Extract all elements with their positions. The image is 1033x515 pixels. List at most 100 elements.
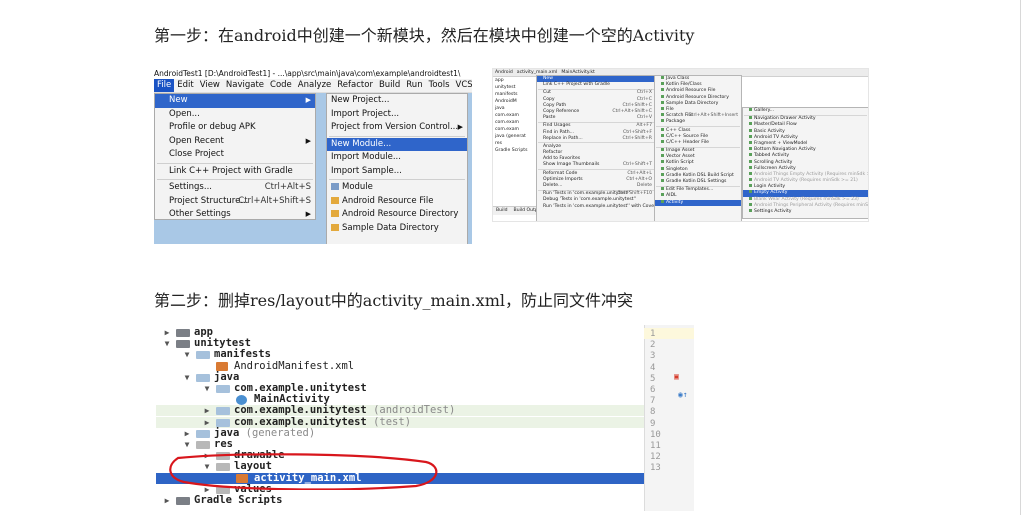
menu-item-label: Debug 'Tests in 'com.example.unitytest'' [543,197,637,203]
chevron-down-icon[interactable]: ▼ [182,439,192,450]
menu3-item[interactable]: Gallery... [743,108,868,114]
menu-file[interactable]: File [154,79,175,92]
menu-item-label: New Project... [331,95,390,105]
menu-edit[interactable]: Edit [174,79,196,92]
tree-item[interactable]: res [495,140,541,147]
item-icon [661,133,664,137]
tree-label-text: com.example.unitytest [234,415,367,428]
menu-item-label: Sample Data Directory [342,222,439,233]
run-gutter-icon: ◉↑ [678,390,688,399]
chevron-down-icon[interactable]: ▼ [202,461,212,472]
menu-item-label: Fullscreen Activity [754,165,796,171]
item-icon [661,76,664,79]
tree-row[interactable]: ▼ layout [156,461,644,472]
menu1-item[interactable]: Delete... Delete [537,183,655,189]
menu-refactor[interactable]: Refactor [334,79,376,92]
tree-row[interactable]: ▼ res [156,439,644,450]
menu-analyze[interactable]: Analyze [295,79,335,92]
tree-item[interactable]: app [495,77,541,84]
tree-row[interactable]: ▼ java [156,371,644,383]
chevron-down-icon[interactable]: ▼ [162,338,172,349]
chevron-down-icon[interactable]: ▼ [202,383,212,394]
new-menu-item[interactable]: New Module... [327,137,467,151]
file-type-icon [331,183,339,190]
menu1-item[interactable]: Show Image Thumbnails Ctrl+Shift+T [537,162,655,168]
line-number: 6 [650,385,656,395]
tree-row[interactable]: activity_main.xml [156,472,644,484]
file-menu-item[interactable]: Open Recent ▶ [155,135,315,149]
file-menu-item[interactable]: Close Project [155,148,315,162]
menu-view[interactable]: View [197,79,223,92]
chevron-right-icon[interactable]: ▶ [202,450,212,461]
file-menu-item[interactable]: Settings... Ctrl+Alt+S [155,181,315,195]
tree-label-text: Gradle Scripts [194,494,283,506]
tree-item[interactable]: com.exam [495,126,541,133]
new-menu-item[interactable]: Module [327,181,467,195]
menu-item-label: Sample Data Directory [666,100,719,106]
chevron-down-icon[interactable]: ▼ [182,349,192,360]
item-icon [749,196,752,200]
new-menu-item[interactable]: Project from Version Control... ▶ [327,121,467,135]
new-menu-item[interactable]: Import Module... [327,151,467,165]
tree-item[interactable]: java (generat [495,133,541,140]
new-menu-item[interactable]: Android Resource Directory [327,208,467,222]
activity-submenu: Gallery... Navigation Drawer Activity Mast… [742,107,868,219]
menu-run[interactable]: Run [403,79,425,92]
chevron-right-icon[interactable]: ▶ [202,417,212,428]
tree-item[interactable]: com.exam [495,112,541,119]
folder-icon [216,385,230,393]
menu2-item[interactable]: Activity [655,199,741,206]
file-menu-item[interactable]: Profile or debug APK [155,121,315,135]
tree-row[interactable]: ▶ Gradle Scripts [156,495,644,506]
tree-item[interactable]: manifests [495,91,541,98]
chevron-right-icon[interactable]: ▶ [162,327,172,338]
file-menu-item[interactable]: Project Structure... Ctrl+Alt+Shift+S [155,195,315,209]
menu1-item[interactable]: Run 'Tests in 'com.example.unitytest'' w… [537,204,665,210]
menu-tools[interactable]: Tools [426,79,453,92]
new-menu-item[interactable]: Android Resource File [327,195,467,209]
menu-vcs[interactable]: VCS [453,79,472,92]
tree-label-text: manifests [214,348,271,361]
file-menu-item[interactable]: Other Settings ▶ [155,208,315,222]
file-menu-item[interactable]: Link C++ Project with Gradle [155,165,315,179]
tree-item[interactable]: java [495,105,541,112]
chevron-down-icon[interactable]: ▼ [182,372,192,383]
line-number: 13 [650,463,661,474]
chevron-right-icon[interactable]: ▶ [202,405,212,416]
menu-item-label: Basic Activity [754,128,785,134]
tree-item[interactable]: Gradle Scripts [495,147,541,154]
tree-item[interactable]: AndroidM [495,98,541,105]
menu2-item[interactable]: Package [655,119,741,125]
item-icon [661,148,664,152]
item-icon [749,165,752,169]
chevron-right-icon[interactable]: ▶ [162,495,172,506]
menu1-item[interactable]: Replace in Path... Ctrl+Shift+R [537,136,655,142]
tree-label-text: AndroidManifest.xml [234,359,355,372]
tree-row[interactable]: ▶ drawable [156,450,644,461]
submenu-arrow-icon: ▶ [457,123,463,131]
menu2-item[interactable]: Gradle Kotlin DSL Settings [655,179,741,185]
menu2-item[interactable]: C/C++ Header File [655,139,741,146]
menu1-item[interactable]: Link C++ Project with Gradle [537,82,655,88]
menu-separator [157,162,313,164]
file-menu-item[interactable]: Open... [155,108,315,122]
menu-build[interactable]: Build [376,79,403,92]
menu-code[interactable]: Code [267,79,295,92]
menu-navigate[interactable]: Navigate [223,79,267,92]
tree-item[interactable]: unitytest [495,84,541,91]
new-menu-item[interactable]: Sample Data Directory [327,222,467,236]
menu3-item[interactable]: Settings Activity [743,209,868,215]
menu1-item[interactable]: Paste Ctrl+V [537,115,655,121]
menu-item-label: Other Settings [169,209,231,219]
line-number: 5 [650,373,656,384]
tree-item[interactable]: com.exam [495,119,541,126]
new-menu-item[interactable]: New Project... [327,94,467,108]
new-menu-item[interactable]: Import Sample... [327,165,467,179]
file-menu-item[interactable]: New ▶ [155,94,315,108]
tree-row[interactable]: ▼ com.example.unitytest [156,383,644,394]
chevron-right-icon[interactable]: ▶ [182,428,192,439]
tree-row[interactable]: ▼ manifests [156,349,644,360]
new-menu-item[interactable]: Import Project... [327,108,467,122]
item-icon [749,147,752,151]
menu-item-label: New [543,76,554,81]
